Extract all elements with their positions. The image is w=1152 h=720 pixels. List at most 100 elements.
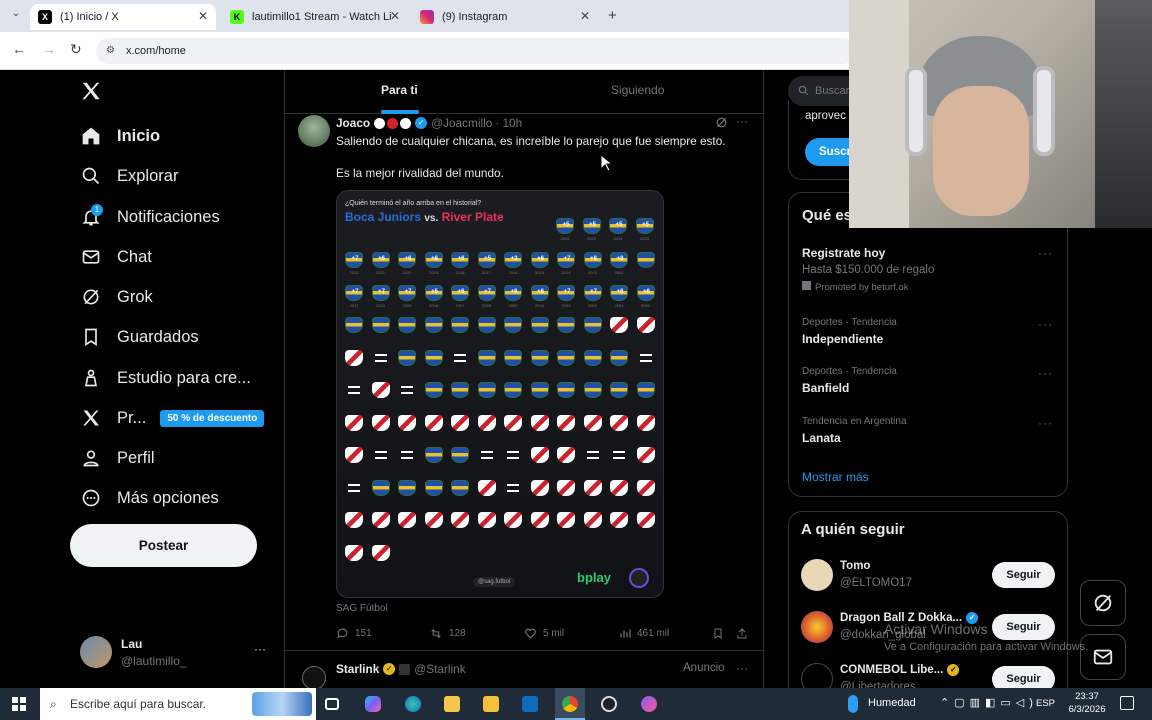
boca-shield-cell: +7 xyxy=(477,284,496,301)
boca-shield-cell xyxy=(371,479,390,496)
close-icon[interactable]: ✕ xyxy=(198,9,208,23)
windows-start-icon[interactable] xyxy=(12,697,26,711)
tab-list-button[interactable]: ⌄ xyxy=(8,8,24,24)
close-icon[interactable]: ✕ xyxy=(390,9,400,23)
outlook-icon[interactable] xyxy=(522,696,538,712)
nav-item-perfil[interactable]: Perfil xyxy=(80,442,155,474)
language-indicator[interactable]: ESP xyxy=(1036,698,1055,709)
boca-shield-cell xyxy=(477,349,496,366)
nav-item-chat[interactable]: Chat xyxy=(80,241,152,273)
system-tray-icons[interactable]: ⌃▢▥◧▭◁) xyxy=(940,696,1038,709)
tab-para-ti[interactable]: Para ti xyxy=(381,83,418,97)
starlink-avatar[interactable] xyxy=(302,666,326,688)
promo-subtitle: Hasta $150.000 de regalo xyxy=(802,264,935,276)
river-shield-cell xyxy=(345,544,363,561)
site-settings-icon[interactable]: ⚙ xyxy=(106,38,115,64)
more-icon[interactable]: ··· xyxy=(1038,317,1053,331)
promo-trend[interactable]: Registrate hoy Hasta $150.000 de regalo … xyxy=(802,246,1057,293)
reply-button[interactable]: 151 xyxy=(336,627,372,640)
follow-suggestion-name[interactable]: Tomo xyxy=(840,560,870,572)
task-view-icon[interactable] xyxy=(325,698,339,710)
boca-shield-cell: +7 xyxy=(345,284,363,301)
account-switcher[interactable]: Lau @lautimillo_ ··· xyxy=(80,634,270,670)
store-icon[interactable] xyxy=(483,696,499,712)
tab-siguiendo[interactable]: Siguiendo xyxy=(611,83,664,97)
post-button[interactable]: Postear xyxy=(70,524,257,567)
avatar[interactable] xyxy=(801,559,833,591)
trend-item[interactable]: Deportes · Tendencia Banfield xyxy=(802,366,897,395)
chrome-icon[interactable] xyxy=(562,696,578,712)
cell-year: 2023 xyxy=(640,236,649,241)
browser-tab-kick[interactable]: K lautimillo1 Stream - Watch Live ✕ xyxy=(222,4,408,30)
cell-year: 2012 xyxy=(614,270,624,275)
cell-year: 2010 xyxy=(376,302,385,308)
avatar[interactable] xyxy=(801,611,833,643)
boca-shield-cell: +8 xyxy=(583,252,602,268)
show-more-link[interactable]: Mostrar más xyxy=(802,470,869,484)
nav-item-guardados[interactable]: Guardados xyxy=(80,321,199,353)
edge-icon[interactable] xyxy=(405,696,421,712)
timeline-tabs: Para ti Siguiendo xyxy=(285,70,763,114)
follow-button[interactable]: Seguir xyxy=(992,562,1055,588)
more-icon[interactable]: ··· xyxy=(1038,416,1053,430)
more-icon[interactable]: ··· xyxy=(1038,246,1053,260)
nav-item-mas-opciones[interactable]: Más opciones xyxy=(80,482,219,514)
tweet-author-handle[interactable]: @Joacmillo xyxy=(431,116,492,130)
ad-author-name[interactable]: Starlink xyxy=(336,662,379,676)
boca-shield-cell: +6 xyxy=(636,284,655,301)
bookmark-icon xyxy=(80,326,102,348)
weather-icon[interactable] xyxy=(848,695,858,713)
image-source-label[interactable]: SAG Fútbol xyxy=(336,603,388,614)
avatar[interactable] xyxy=(298,115,330,147)
nav-item-explorar[interactable]: Explorar xyxy=(80,160,178,192)
follow-suggestion-name[interactable]: CONMEBOL Libe... ✓ xyxy=(840,664,960,676)
ad-author-handle[interactable]: @Starlink xyxy=(414,662,465,676)
copilot-icon[interactable] xyxy=(365,696,381,712)
nav-item-premium[interactable]: Pr... 50 % de descuento xyxy=(80,402,265,434)
url-field[interactable]: ⚙ x.com/home xyxy=(96,38,856,64)
boca-shield-cell xyxy=(424,447,443,463)
tie-cell xyxy=(451,350,469,366)
trend-item[interactable]: Deportes · Tendencia Independiente xyxy=(802,317,897,346)
cell-year: 2000 xyxy=(641,302,650,308)
x-logo-icon[interactable] xyxy=(80,80,102,107)
taskbar-search-input[interactable]: ⌕ Escribe aquí para buscar. xyxy=(40,688,316,720)
more-icon[interactable]: ··· xyxy=(1038,366,1053,380)
nav-item-inicio[interactable]: Inicio xyxy=(80,120,160,152)
nav-item-grok[interactable]: Grok xyxy=(80,281,153,313)
grok-icon[interactable] xyxy=(715,116,728,134)
boca-shield-cell xyxy=(398,317,416,333)
file-explorer-icon[interactable] xyxy=(444,696,460,712)
views-button[interactable]: 461 mil xyxy=(619,627,669,640)
bookmark-button[interactable] xyxy=(712,627,730,640)
tweet-author-name[interactable]: Joaco xyxy=(336,116,370,130)
more-icon[interactable]: ··· xyxy=(736,661,748,675)
more-icon[interactable]: ··· xyxy=(736,114,748,128)
browser-tab-instagram[interactable]: (9) Instagram ✕ xyxy=(412,4,598,30)
obs-icon[interactable] xyxy=(601,696,617,712)
tweet-time[interactable]: · 10h xyxy=(495,116,522,130)
forward-icon[interactable]: → xyxy=(42,41,56,57)
close-icon[interactable]: ✕ xyxy=(580,9,590,23)
share-button[interactable] xyxy=(736,627,754,640)
nav-item-notificaciones[interactable]: 1 Notificaciones xyxy=(80,201,220,233)
new-tab-button[interactable]: + xyxy=(608,7,617,24)
clock[interactable]: 23:37 6/3/2026 xyxy=(1064,690,1110,716)
back-icon[interactable]: ← xyxy=(12,41,26,57)
trend-item[interactable]: Tendencia en Argentina Lanata xyxy=(802,416,907,445)
boca-shield-cell: +6 xyxy=(504,284,522,301)
like-button[interactable]: 5 mil xyxy=(524,627,564,640)
browser-tab-x[interactable]: X (1) Inicio / X ✕ xyxy=(30,4,216,30)
messenger-icon[interactable] xyxy=(641,696,657,712)
reload-icon[interactable]: ↻ xyxy=(70,41,82,58)
weather-label[interactable]: Humedad xyxy=(868,697,916,709)
home-timeline: Para ti Siguiendo Joaco ✓ @Joacmillo · 1… xyxy=(284,70,764,688)
nav-item-estudio[interactable]: Estudio para cre... xyxy=(80,362,251,394)
premium-snippet: aprovec xyxy=(805,110,846,122)
tweet-image[interactable]: ¿Quién terminó el año arriba en el histo… xyxy=(336,190,664,598)
ad-tweet-header: Starlink ✓ @Starlink xyxy=(336,662,466,676)
grok-floating-button[interactable] xyxy=(1080,580,1126,626)
repost-button[interactable]: 128 xyxy=(429,627,466,640)
notifications-icon[interactable] xyxy=(1120,696,1134,710)
boca-shield-cell: +6 xyxy=(530,252,549,268)
